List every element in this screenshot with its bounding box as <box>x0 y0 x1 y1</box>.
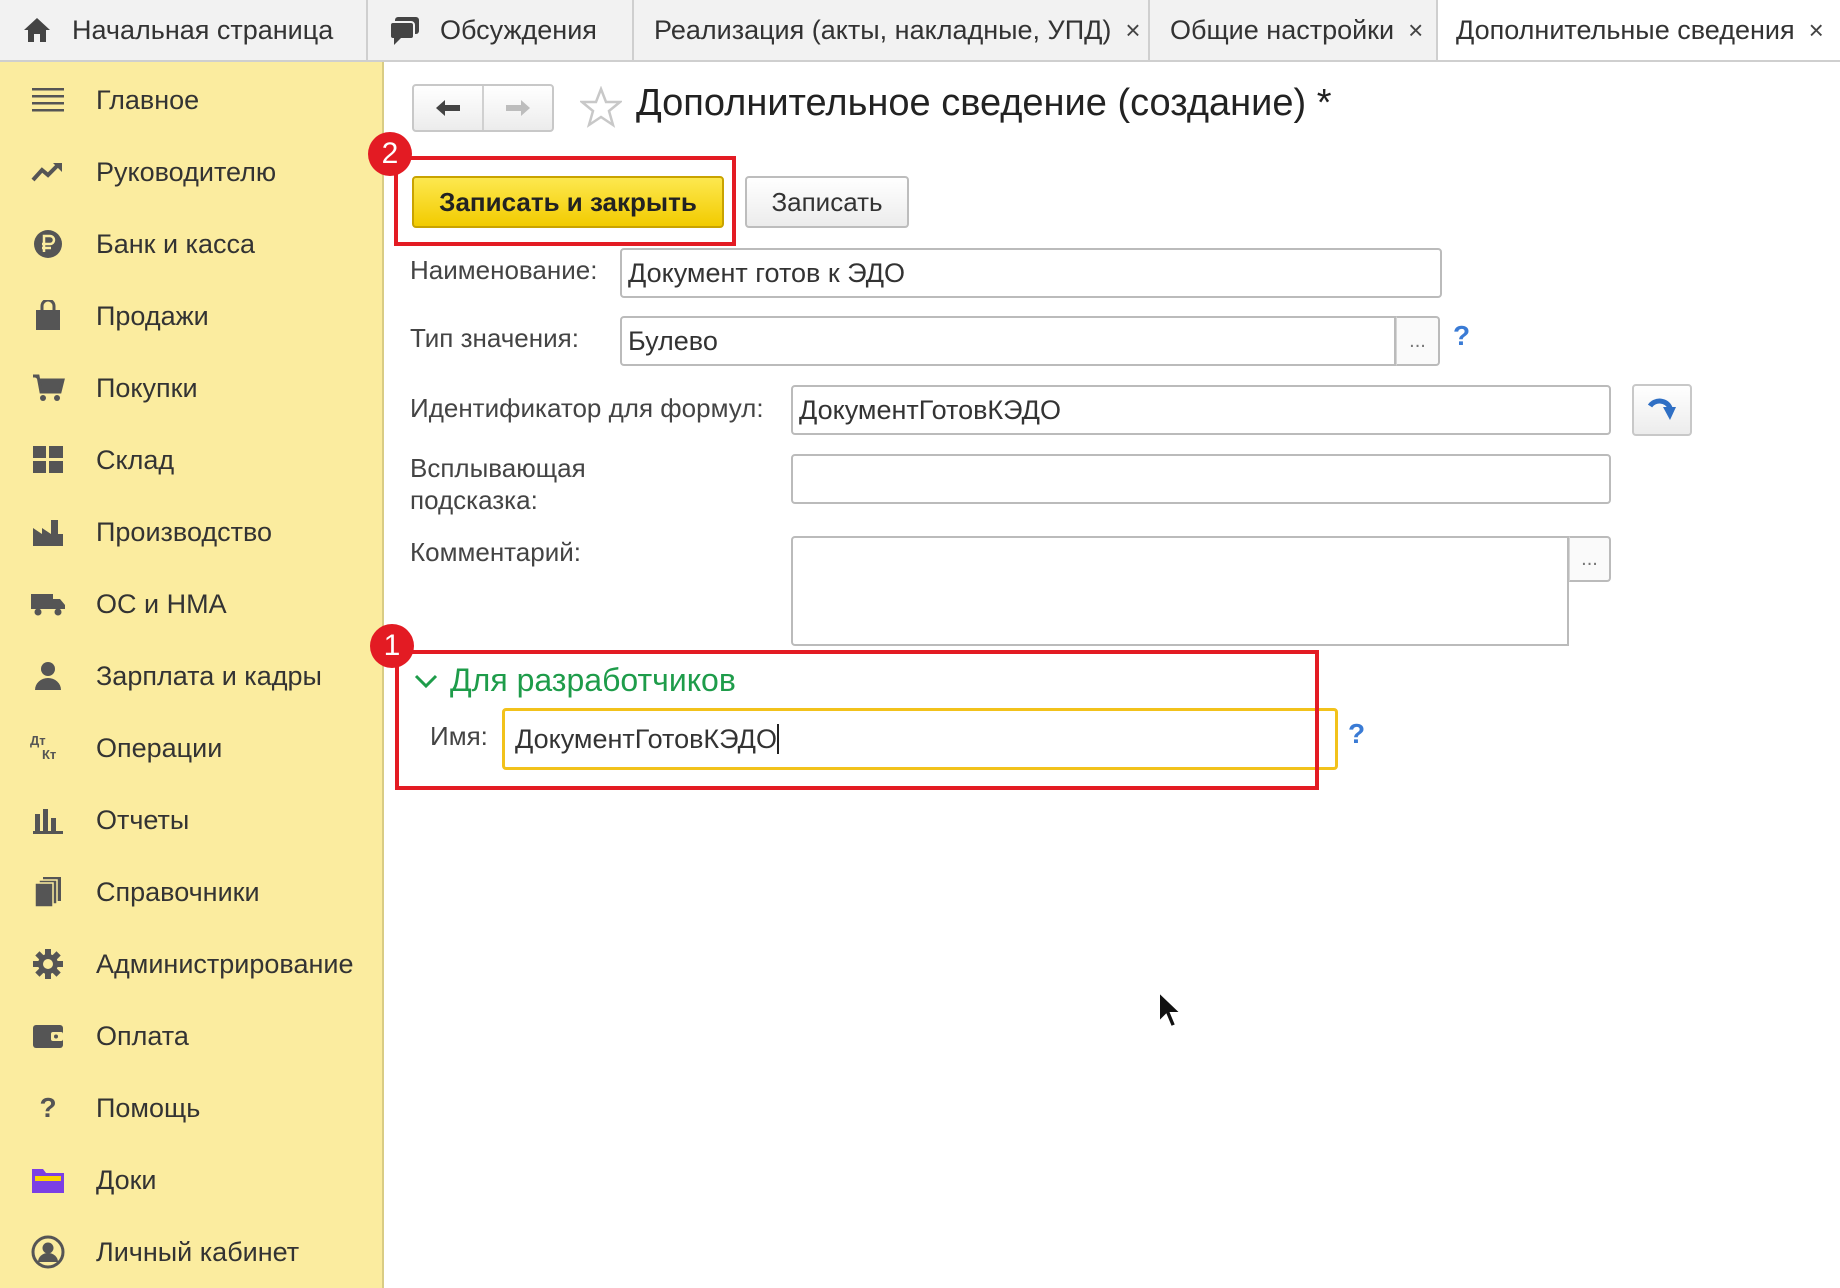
home-icon <box>20 13 54 47</box>
sidebar-item-reports[interactable]: Отчеты <box>0 790 382 850</box>
formula-id-label: Идентификатор для формул: <box>410 393 764 423</box>
tab-bar: Начальная страница Обсуждения Реализация… <box>0 0 1840 62</box>
shopping-bag-icon <box>30 298 66 334</box>
sidebar-item-payment[interactable]: Оплата <box>0 1006 382 1066</box>
sidebar-item-admin[interactable]: Администрирование <box>0 934 382 994</box>
bar-chart-icon <box>30 802 66 838</box>
formula-id-field[interactable]: ДокументГотовКЭДО <box>791 385 1611 435</box>
cart-icon <box>30 370 66 406</box>
sidebar-item-warehouse[interactable]: Склад <box>0 430 382 490</box>
factory-icon <box>30 514 66 550</box>
person-icon <box>30 658 66 694</box>
tab-label: Дополнительные сведения <box>1456 14 1795 45</box>
page-title: Дополнительное сведение (создание) * <box>636 82 1332 124</box>
tab-label: Начальная страница <box>72 14 334 45</box>
value-type-field[interactable]: Булево <box>620 316 1396 366</box>
forward-button[interactable] <box>482 86 552 130</box>
debit-credit-icon: Дт Кт <box>30 733 57 762</box>
tab-discussions[interactable]: Обсуждения <box>368 0 634 60</box>
value-type-select-button[interactable]: ... <box>1396 316 1440 366</box>
tab-label: Реализация (акты, накладные, УПД) <box>654 14 1112 45</box>
user-circle-icon <box>30 1234 66 1270</box>
sidebar-item-account[interactable]: Личный кабинет <box>0 1222 382 1282</box>
comment-label: Комментарий: <box>410 537 581 567</box>
favorite-star-icon[interactable] <box>580 86 622 128</box>
tab-additional-info[interactable]: Дополнительные сведения × <box>1438 0 1840 60</box>
value-type-label: Тип значения: <box>410 323 579 353</box>
sidebar-item-docs[interactable]: Доки <box>0 1150 382 1210</box>
sidebar-item-purchases[interactable]: Покупки <box>0 358 382 418</box>
refresh-id-button[interactable] <box>1632 384 1692 436</box>
chat-icon <box>388 13 422 47</box>
menu-icon <box>30 82 66 118</box>
sidebar-item-help[interactable]: ? Помощь <box>0 1078 382 1138</box>
sidebar-item-production[interactable]: Производство <box>0 502 382 562</box>
save-button[interactable]: Записать <box>745 176 909 228</box>
name-label: Наименование: <box>410 255 598 285</box>
truck-icon <box>30 586 66 622</box>
value-type-help-icon[interactable]: ? <box>1453 320 1470 352</box>
mouse-cursor-icon <box>1158 990 1183 1029</box>
arrow-right-icon <box>506 100 530 116</box>
ruble-coin-icon <box>30 226 66 262</box>
tab-sales-docs[interactable]: Реализация (акты, накладные, УПД) × <box>634 0 1150 60</box>
tab-general-settings[interactable]: Общие настройки × <box>1150 0 1438 60</box>
sidebar-item-bank[interactable]: Банк и касса <box>0 214 382 274</box>
curved-arrow-icon <box>1647 398 1676 420</box>
tooltip-field[interactable] <box>791 454 1611 504</box>
sidebar-item-assets[interactable]: ОС и НМА <box>0 574 382 634</box>
trend-icon <box>30 154 66 190</box>
tab-home[interactable]: Начальная страница <box>0 0 368 60</box>
nav-buttons <box>412 84 554 132</box>
comment-field[interactable] <box>791 536 1569 646</box>
sidebar-item-operations[interactable]: Дт Кт Операции <box>0 718 382 778</box>
close-icon[interactable]: × <box>1408 15 1423 46</box>
annotation-badge-1: 1 <box>370 624 414 668</box>
name-field[interactable]: Документ готов к ЭДО <box>620 248 1442 298</box>
close-icon[interactable]: × <box>1809 15 1824 46</box>
comment-expand-button[interactable]: ... <box>1569 536 1611 582</box>
tooltip-label: Всплывающая подсказка: <box>410 453 586 515</box>
sidebar: Главное Руководителю Банк и касса Продаж… <box>0 62 384 1288</box>
close-icon[interactable]: × <box>1125 15 1140 46</box>
question-icon: ? <box>39 1092 57 1123</box>
annotation-box-1 <box>395 650 1319 790</box>
tab-label: Обсуждения <box>440 14 597 45</box>
arrow-left-icon <box>436 100 460 116</box>
books-icon <box>30 874 66 910</box>
annotation-box-2 <box>394 156 736 246</box>
gear-icon <box>30 946 66 982</box>
wallet-icon <box>30 1018 66 1054</box>
sidebar-item-catalogs[interactable]: Справочники <box>0 862 382 922</box>
sidebar-item-main[interactable]: Главное <box>0 70 382 130</box>
sidebar-item-salary[interactable]: Зарплата и кадры <box>0 646 382 706</box>
form-area: Дополнительное сведение (создание) * Зап… <box>368 62 1840 1288</box>
dev-name-help-icon[interactable]: ? <box>1348 718 1365 750</box>
folder-icon <box>30 1162 66 1198</box>
back-button[interactable] <box>414 86 482 130</box>
annotation-badge-2: 2 <box>368 132 412 176</box>
sidebar-item-manager[interactable]: Руководителю <box>0 142 382 202</box>
warehouse-icon <box>30 442 66 478</box>
sidebar-item-sales[interactable]: Продажи <box>0 286 382 346</box>
tab-label: Общие настройки <box>1170 14 1395 45</box>
